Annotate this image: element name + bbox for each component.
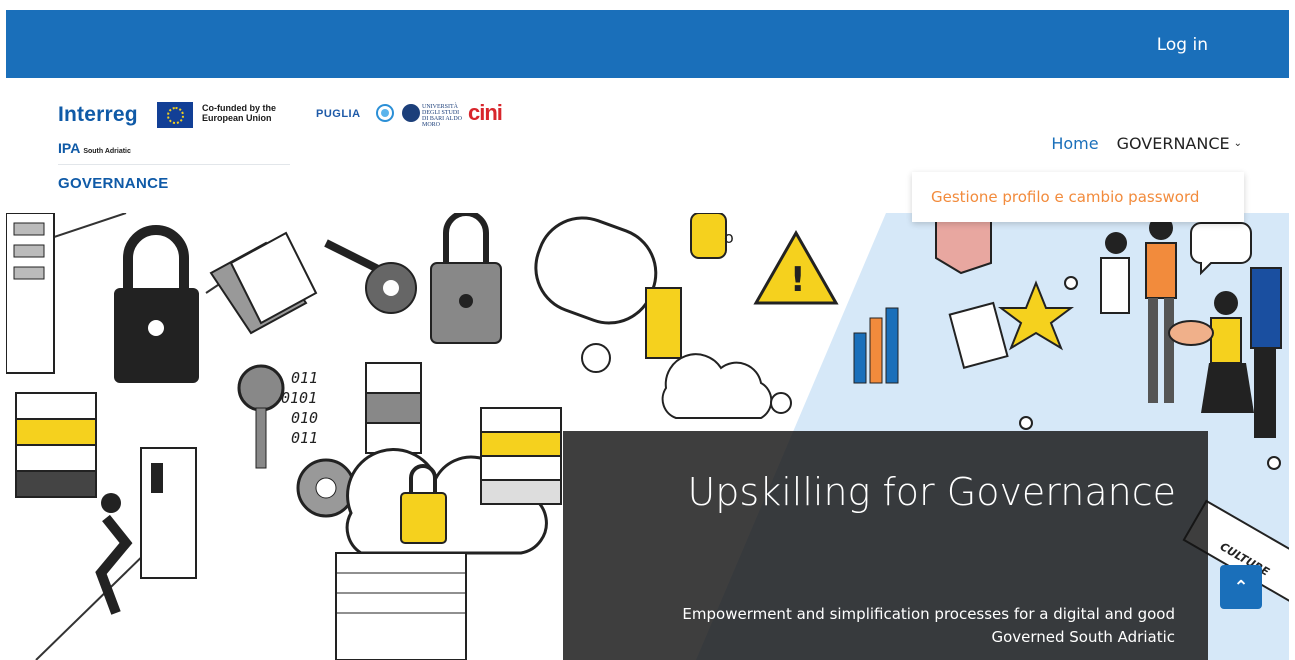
svg-text:o: o xyxy=(724,228,734,247)
interreg-logo: Interreg xyxy=(58,103,138,126)
hero-title: Upskilling for Governance xyxy=(687,470,1176,514)
nav-governance-label: GOVERNANCE xyxy=(1116,134,1230,153)
nav-home[interactable]: Home xyxy=(1051,134,1098,153)
cini-logo: cini xyxy=(468,100,503,125)
governance-dropdown: Gestione profilo e cambio password xyxy=(912,172,1244,222)
logo-divider xyxy=(58,164,290,165)
puglia-logo: PUGLIA xyxy=(316,108,361,120)
regional-emblem-icon xyxy=(376,104,394,122)
university-seal-icon xyxy=(402,104,420,122)
eu-flag-icon xyxy=(157,102,193,128)
hero-subtitle: Empowerment and simplification processes… xyxy=(682,605,1175,646)
main-nav: Home GOVERNANCE ⌄ xyxy=(1051,134,1242,153)
project-name: GOVERNANCE xyxy=(58,175,169,192)
binary-line-3: 010 xyxy=(291,409,318,427)
nav-governance[interactable]: GOVERNANCE ⌄ xyxy=(1117,134,1242,153)
dropdown-item-profile[interactable]: Gestione profilo e cambio password xyxy=(931,188,1199,206)
login-link[interactable]: Log in xyxy=(1157,35,1208,55)
chevron-up-icon: ⌃ xyxy=(1233,576,1249,598)
binary-line-2: 0101 xyxy=(281,389,317,407)
back-to-top-button[interactable]: ⌃ xyxy=(1220,565,1262,609)
partner-logos[interactable]: Interreg Co-funded by the European Union… xyxy=(58,100,528,200)
binary-line-1: 011 xyxy=(291,369,318,387)
svg-text:!: ! xyxy=(790,260,806,300)
ipa-region: South Adriatic xyxy=(83,148,131,155)
binary-line-4: 011 xyxy=(291,429,318,447)
cofunded-label: Co-funded by the European Union xyxy=(202,103,276,123)
hero-banner: ! 011 0101 010 011 CULTURE o Upskilling … xyxy=(6,213,1289,660)
top-bar: Log in xyxy=(6,10,1289,78)
ipa-logo: IPA South Adriatic xyxy=(58,140,131,156)
chevron-down-icon: ⌄ xyxy=(1233,138,1242,149)
uniba-logo: UNIVERSITÀ DEGLI STUDI DI BARI ALDO MORO xyxy=(422,104,462,128)
hero-caption: Upskilling for Governance Empowerment an… xyxy=(563,431,1208,660)
